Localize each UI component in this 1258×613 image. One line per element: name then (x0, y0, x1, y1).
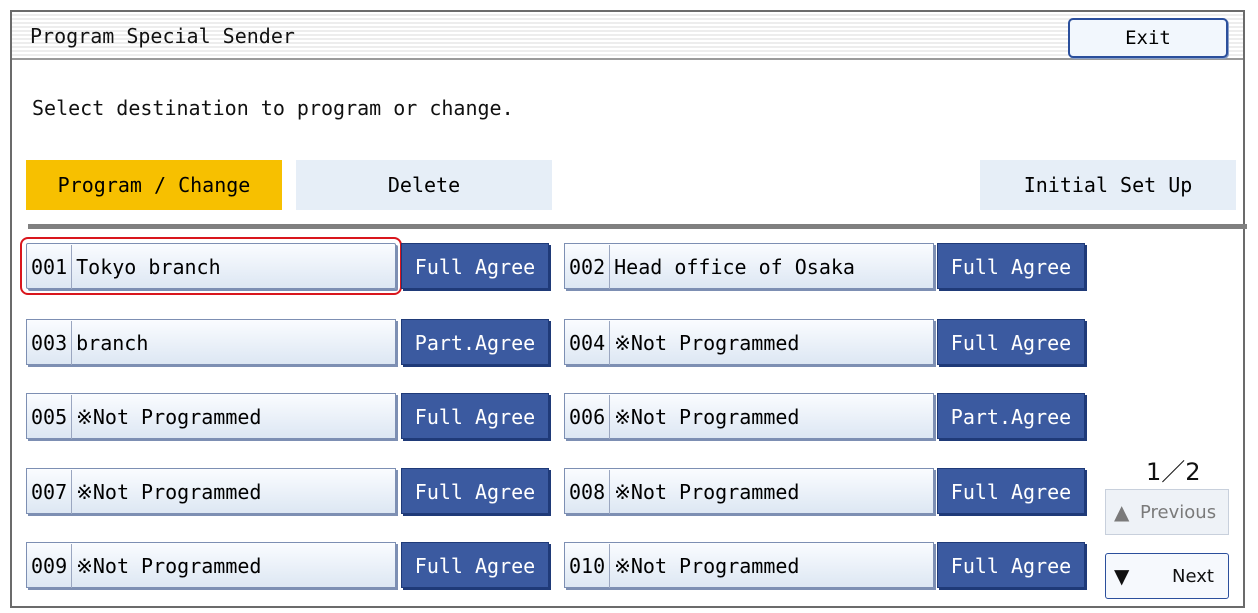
destination-002-button[interactable]: 002 Head office of Osaka (564, 243, 934, 289)
page-indicator: 1／2 (1146, 458, 1201, 486)
destination-name: ※Not Programmed (614, 480, 800, 504)
agree-toggle-009[interactable]: Full Agree (401, 542, 549, 588)
previous-label: Previous (1140, 502, 1217, 523)
destination-name: Tokyo branch (76, 255, 221, 279)
instruction-text: Select destination to program or change. (32, 96, 514, 120)
agree-toggle-008[interactable]: Full Agree (937, 468, 1085, 514)
next-label: Next (1172, 566, 1214, 587)
destination-number: 008 (569, 470, 611, 514)
destination-name: ※Not Programmed (76, 554, 262, 578)
destination-name: ※Not Programmed (614, 554, 800, 578)
agree-toggle-005[interactable]: Full Agree (401, 393, 549, 439)
destination-number: 009 (31, 544, 73, 588)
screen-title: Program Special Sender (30, 24, 295, 48)
destination-name: ※Not Programmed (614, 331, 800, 355)
previous-button[interactable]: ▲ Previous (1105, 489, 1229, 535)
destination-003-button[interactable]: 003 branch (26, 319, 396, 365)
title-bar: Program Special Sender Exit (12, 12, 1243, 60)
destination-number: 005 (31, 395, 73, 439)
destination-name: ※Not Programmed (76, 480, 262, 504)
program-special-sender-screen: Program Special Sender Exit Select desti… (10, 10, 1247, 608)
agree-toggle-004[interactable]: Full Agree (937, 319, 1085, 365)
delete-tab[interactable]: Delete (296, 160, 552, 210)
triangle-down-icon: ▼ (1114, 564, 1130, 588)
destination-number: 002 (569, 245, 611, 289)
divider (28, 224, 1247, 229)
program-change-tab[interactable]: Program / Change (26, 160, 282, 210)
destination-006-button[interactable]: 006 ※Not Programmed (564, 393, 934, 439)
agree-toggle-002[interactable]: Full Agree (937, 243, 1085, 289)
destination-005-button[interactable]: 005 ※Not Programmed (26, 393, 396, 439)
destination-007-button[interactable]: 007 ※Not Programmed (26, 468, 396, 514)
destination-008-button[interactable]: 008 ※Not Programmed (564, 468, 934, 514)
initial-setup-button[interactable]: Initial Set Up (980, 160, 1236, 210)
destination-number: 007 (31, 470, 73, 514)
destination-number: 003 (31, 321, 73, 365)
triangle-up-icon: ▲ (1114, 500, 1130, 524)
destination-number: 001 (31, 245, 73, 289)
destination-009-button[interactable]: 009 ※Not Programmed (26, 542, 396, 588)
destination-010-button[interactable]: 010 ※Not Programmed (564, 542, 934, 588)
exit-button[interactable]: Exit (1068, 18, 1228, 58)
destination-number: 010 (569, 544, 611, 588)
agree-toggle-006[interactable]: Part.Agree (937, 393, 1085, 439)
destination-004-button[interactable]: 004 ※Not Programmed (564, 319, 934, 365)
destination-name: Head office of Osaka (614, 255, 855, 279)
destination-001-button[interactable]: 001 Tokyo branch (20, 237, 402, 295)
next-button[interactable]: ▼ Next (1105, 553, 1229, 599)
destination-name: ※Not Programmed (76, 405, 262, 429)
agree-toggle-007[interactable]: Full Agree (401, 468, 549, 514)
agree-toggle-010[interactable]: Full Agree (937, 542, 1085, 588)
destination-number: 004 (569, 321, 611, 365)
agree-toggle-003[interactable]: Part.Agree (401, 319, 549, 365)
destination-name: branch (76, 331, 149, 355)
destination-name: ※Not Programmed (614, 405, 800, 429)
destination-number: 006 (569, 395, 611, 439)
agree-toggle-001[interactable]: Full Agree (401, 243, 549, 289)
